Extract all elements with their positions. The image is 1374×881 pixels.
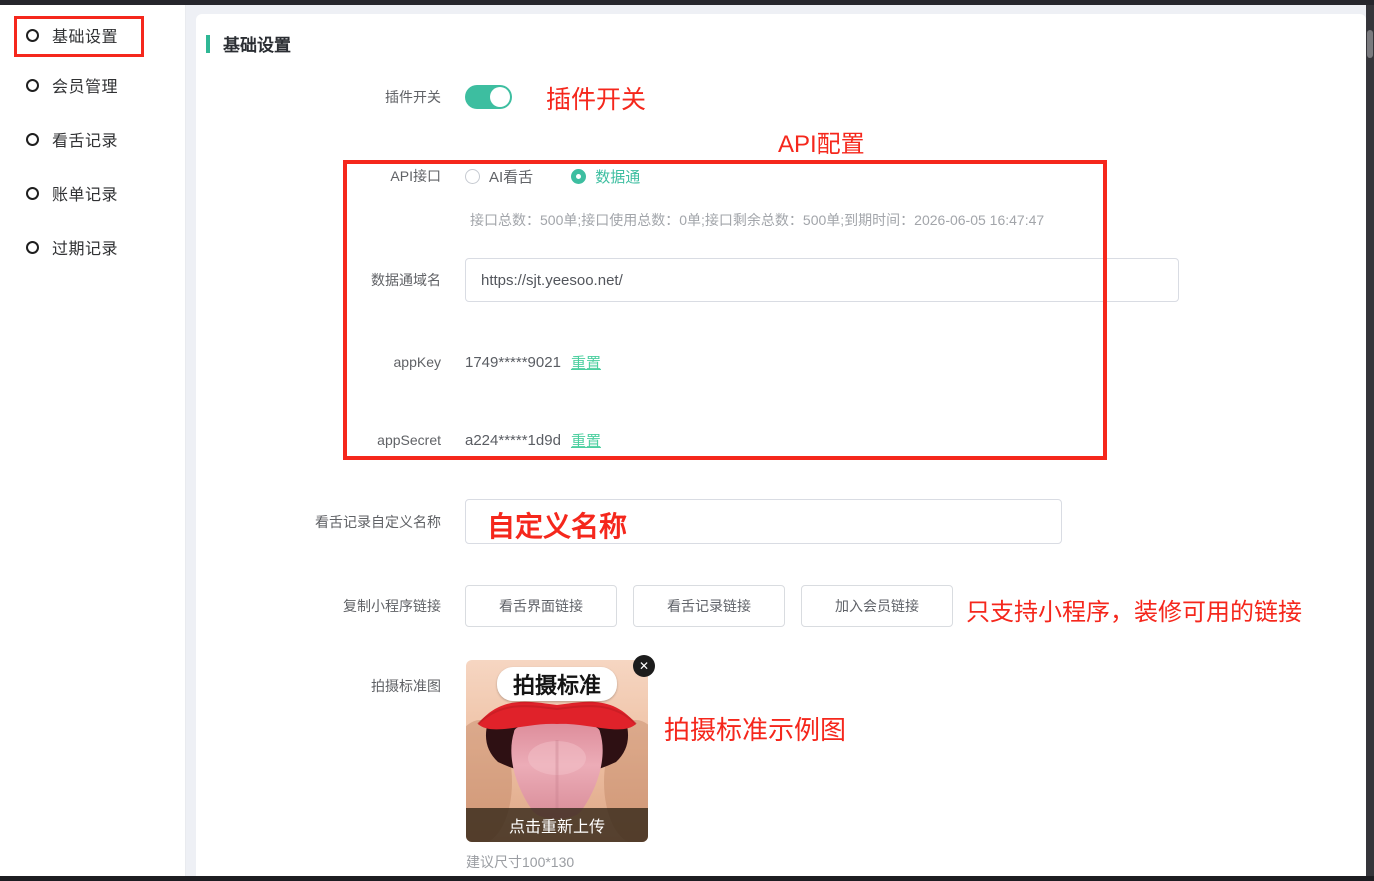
api-radio-group: AI看舌 数据通: [465, 166, 640, 187]
api-usage-info: 接口总数：500单;接口使用总数：0单;接口剩余总数：500单;到期时间：202…: [470, 210, 1044, 230]
right-window-edge: [1366, 5, 1374, 876]
domain-input-value: https://sjt.yeesoo.net/: [481, 272, 623, 289]
appkey-reset-link[interactable]: 重置: [571, 352, 601, 373]
radio-label: AI看舌: [489, 166, 533, 187]
sidebar-item-tongue-records[interactable]: 看舌记录: [26, 127, 118, 151]
top-window-edge: [0, 0, 1374, 5]
appsecret-reset-link[interactable]: 重置: [571, 430, 601, 451]
image-size-hint: 建议尺寸100*130: [466, 852, 574, 872]
sidebar-item-bill-records[interactable]: 账单记录: [26, 181, 118, 205]
custom-name-label: 看舌记录自定义名称: [196, 512, 441, 532]
standard-image-label: 拍摄标准图: [196, 676, 441, 696]
toggle-knob-icon: [490, 87, 510, 107]
section-header: 基础设置: [206, 31, 291, 56]
plugin-toggle[interactable]: [465, 85, 512, 109]
sidebar-item-member-management[interactable]: 会员管理: [26, 73, 118, 97]
annotation-api-config: API配置: [778, 124, 865, 159]
sidebar-item-label: 账单记录: [52, 181, 118, 205]
sidebar-item-label: 会员管理: [52, 73, 118, 97]
standard-image-row: 拍摄标准图: [196, 674, 1366, 698]
appkey-row: appKey 1749*****9021 重置: [196, 350, 1366, 374]
radio-unchecked-icon: [465, 169, 480, 184]
sidebar-item-label: 基础设置: [52, 23, 118, 47]
circle-icon: [26, 29, 39, 42]
domain-input[interactable]: https://sjt.yeesoo.net/: [465, 258, 1179, 302]
sidebar-item-label: 看舌记录: [52, 127, 118, 151]
appsecret-value: a224*****1d9d: [465, 432, 561, 449]
copy-links-row: 复制小程序链接 看舌界面链接 看舌记录链接 加入会员链接: [196, 585, 1366, 627]
sidebar: 基础设置 会员管理 看舌记录 账单记录 过期记录: [0, 5, 186, 876]
circle-icon: [26, 79, 39, 92]
custom-name-row: 看舌记录自定义名称 自定义名称: [196, 499, 1366, 544]
radio-ai-tongue[interactable]: AI看舌: [465, 166, 533, 187]
close-icon[interactable]: ✕: [633, 655, 655, 677]
tongue-record-link-button[interactable]: 看舌记录链接: [633, 585, 785, 627]
plugin-switch-label: 插件开关: [196, 87, 441, 107]
annotation-standard-image: 拍摄标准示例图: [664, 710, 846, 747]
join-member-link-button[interactable]: 加入会员链接: [801, 585, 953, 627]
photo-badge: 拍摄标准: [497, 667, 617, 701]
reupload-overlay[interactable]: 点击重新上传: [466, 808, 648, 842]
api-interface-label: API接口: [196, 166, 441, 186]
annotation-box-api-section: [343, 160, 1107, 460]
api-interface-row: API接口 AI看舌 数据通: [196, 163, 1366, 189]
domain-row: 数据通域名 https://sjt.yeesoo.net/: [196, 258, 1366, 302]
copy-links-label: 复制小程序链接: [196, 596, 441, 616]
radio-data-tong[interactable]: 数据通: [571, 166, 640, 187]
custom-name-input[interactable]: [465, 499, 1062, 544]
settings-page: 基础设置 会员管理 看舌记录 账单记录 过期记录 基础设置 插件开关: [0, 0, 1374, 881]
appkey-value: 1749*****9021: [465, 354, 561, 371]
appsecret-row: appSecret a224*****1d9d 重置: [196, 428, 1366, 452]
tongue-ui-link-button[interactable]: 看舌界面链接: [465, 585, 617, 627]
page-title: 基础设置: [223, 31, 291, 56]
circle-icon: [26, 133, 39, 146]
appkey-label: appKey: [196, 354, 441, 370]
sidebar-item-basic-settings[interactable]: 基础设置: [26, 23, 118, 47]
radio-label: 数据通: [595, 166, 640, 187]
section-marker: [206, 35, 210, 53]
plugin-switch-row: 插件开关: [196, 82, 1366, 112]
domain-label: 数据通域名: [196, 270, 441, 290]
main-panel: 基础设置 插件开关 插件开关 API配置 API接口 AI看舌: [196, 14, 1366, 876]
standard-image-uploader[interactable]: 拍摄标准 ✕ 点击重新上传: [466, 660, 648, 842]
sidebar-item-label: 过期记录: [52, 235, 118, 259]
scrollbar-thumb[interactable]: [1367, 30, 1373, 58]
bottom-window-edge: [0, 876, 1374, 881]
circle-icon: [26, 187, 39, 200]
radio-checked-icon: [571, 169, 586, 184]
circle-icon: [26, 241, 39, 254]
sidebar-item-expired-records[interactable]: 过期记录: [26, 235, 118, 259]
appsecret-label: appSecret: [196, 432, 441, 448]
